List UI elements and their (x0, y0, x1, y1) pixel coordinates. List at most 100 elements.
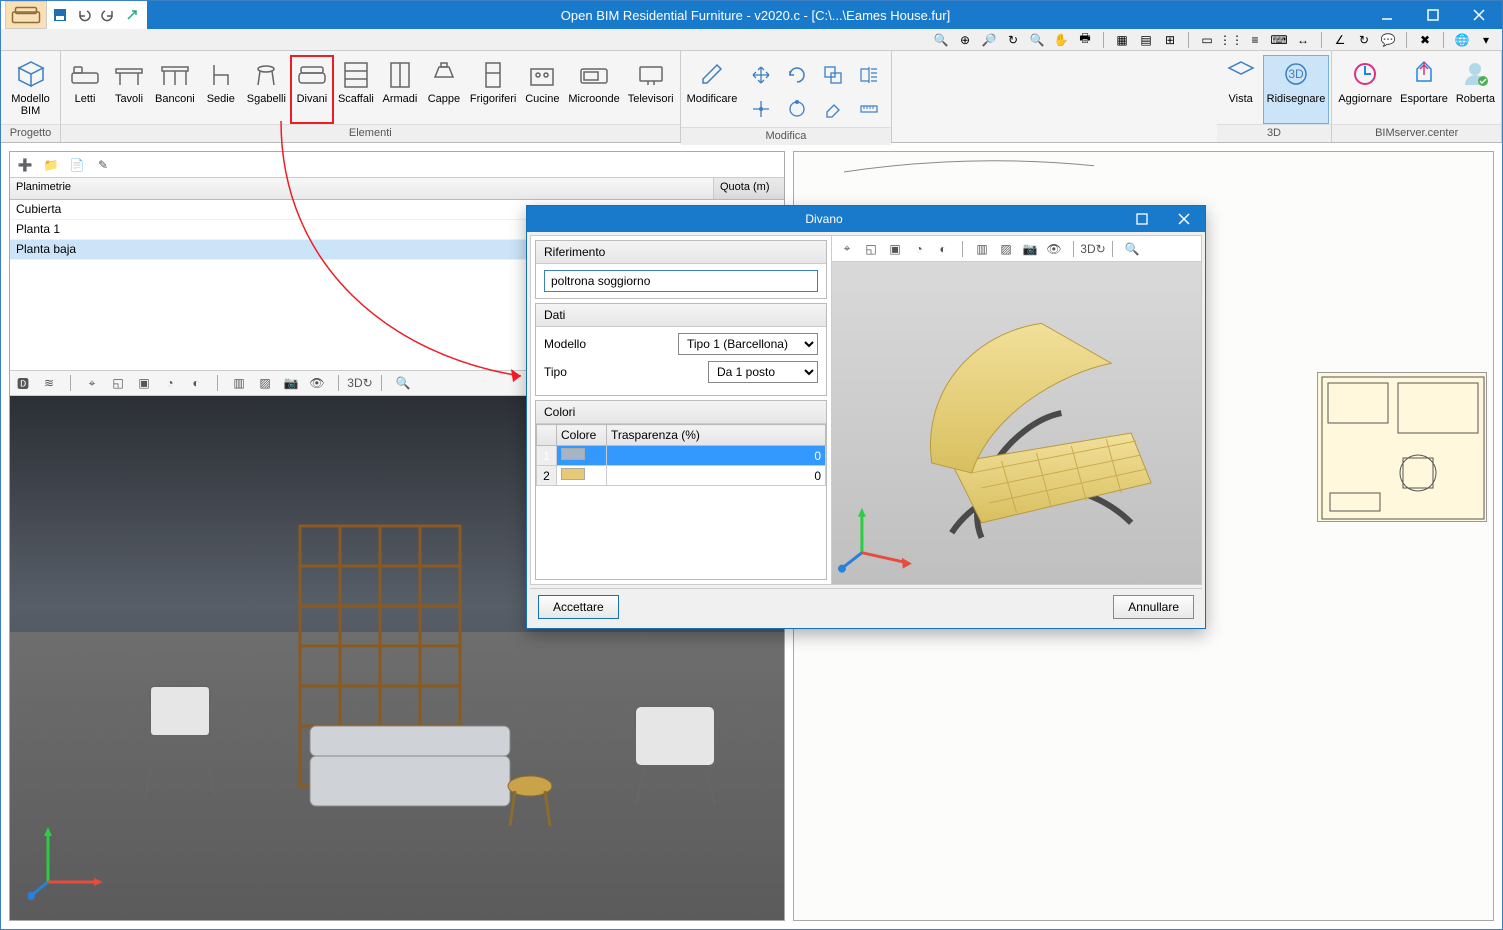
mirror-tool-icon[interactable] (855, 61, 883, 89)
angle-icon[interactable]: ∠ (1330, 30, 1350, 50)
minimize-button[interactable] (1364, 1, 1410, 29)
snap-icon[interactable]: ⊞ (1160, 30, 1180, 50)
hidden-icon[interactable]: ◔ (161, 374, 179, 392)
select-modello[interactable]: Tipo 1 (Barcellona) (678, 333, 818, 355)
dots-icon[interactable]: ⋮⋮ (1221, 30, 1241, 50)
copy-tool-icon[interactable] (819, 61, 847, 89)
ribbon-microonde[interactable]: Microonde (564, 55, 623, 124)
dialog-maximize-button[interactable] (1121, 206, 1163, 232)
dialog-close-button[interactable] (1163, 206, 1205, 232)
folder-icon[interactable]: 📁 (42, 156, 60, 174)
dlg-section-icon[interactable]: ▥ (973, 240, 991, 258)
add-icon[interactable]: ➕ (16, 156, 34, 174)
ribbon-cappe[interactable]: Cappe (422, 55, 466, 124)
ribbon-divani[interactable]: Divani (290, 55, 334, 124)
ribbon-scaffali[interactable]: Scaffali (334, 55, 378, 124)
shade-icon[interactable]: ◐ (187, 374, 205, 392)
keyboard-icon[interactable]: ⌨ (1269, 30, 1289, 50)
ribbon-banconi[interactable]: Banconi (151, 55, 199, 124)
grid-icon[interactable]: ▤ (1136, 30, 1156, 50)
accept-button[interactable]: Accettare (538, 595, 619, 619)
clip-icon[interactable]: ▨ (256, 374, 274, 392)
ribbon-sedie[interactable]: Sedie (199, 55, 243, 124)
dlg-axis-icon[interactable]: ⌖ (838, 240, 856, 258)
align-icon[interactable]: ≡ (1245, 30, 1265, 50)
section-icon[interactable]: ▥ (230, 374, 248, 392)
rect-icon[interactable]: ▭ (1197, 30, 1217, 50)
ribbon-aggiornare[interactable]: Aggiornare (1334, 55, 1396, 124)
pan-icon[interactable]: ✋ (1051, 30, 1071, 50)
color-row[interactable]: 10 (537, 446, 826, 466)
ribbon-tavoli[interactable]: Tavoli (107, 55, 151, 124)
refresh-icon[interactable]: ↻ (1003, 30, 1023, 50)
color-row[interactable]: 20 (537, 466, 826, 486)
redo-icon[interactable] (97, 4, 119, 26)
dim-icon[interactable]: ↔ (1293, 30, 1313, 50)
ribbon-letti[interactable]: Letti (63, 55, 107, 124)
dlg-cam-icon[interactable]: 📷 (1021, 240, 1039, 258)
dlg-zoom-icon[interactable]: 🔍 (1123, 240, 1141, 258)
zoom-small-icon[interactable]: 🔍 (394, 374, 412, 392)
dlg-cube-icon[interactable]: ◱ (862, 240, 880, 258)
select-tipo[interactable]: Da 1 posto (708, 361, 818, 383)
rotate-point-icon[interactable] (783, 95, 811, 123)
ribbon-cucine[interactable]: Cucine (520, 55, 564, 124)
erase-icon[interactable] (819, 95, 847, 123)
view3d-small-icon[interactable]: 🅳 (14, 374, 32, 392)
globe-search-icon[interactable]: 🔍 (931, 30, 951, 50)
layers-small-icon[interactable]: ≋ (40, 374, 58, 392)
camera-icon[interactable]: 📷 (282, 374, 300, 392)
dialog-titlebar[interactable]: Divano (527, 206, 1205, 232)
maximize-button[interactable] (1410, 1, 1456, 29)
axis-icon[interactable]: ⌖ (83, 374, 101, 392)
color-table[interactable]: Colore Trasparenza (%) 1020 (536, 424, 826, 486)
chat-icon[interactable]: 💬 (1378, 30, 1398, 50)
ribbon-modello-bim[interactable]: Modello BIM (3, 55, 58, 124)
measure-icon[interactable] (855, 95, 883, 123)
dlg-shade-icon[interactable]: ◐ (934, 240, 952, 258)
zoom-extents-icon[interactable]: ⊕ (955, 30, 975, 50)
ribbon-esportare[interactable]: Esportare (1396, 55, 1452, 124)
cancel-button[interactable]: Annullare (1113, 595, 1194, 619)
ribbon-group-label-progetto: Progetto (1, 124, 60, 142)
dlg-clip-icon[interactable]: ▨ (997, 240, 1015, 258)
sedie-icon (204, 57, 238, 91)
ribbon-sgabelli[interactable]: Sgabelli (243, 55, 290, 124)
ribbon-televisori[interactable]: Televisori (624, 55, 678, 124)
redraw-small-icon[interactable]: 3D↻ (351, 374, 369, 392)
dlg-hidden-icon[interactable]: ◔ (910, 240, 928, 258)
ribbon-frigoriferi[interactable]: Frigoriferi (466, 55, 520, 124)
pin-icon[interactable] (121, 4, 143, 26)
ribbon-user[interactable]: Roberta (1452, 55, 1499, 124)
move2-icon[interactable] (747, 95, 775, 123)
edit-icon[interactable]: ✎ (94, 156, 112, 174)
dlg-3d-icon[interactable]: 3D↻ (1084, 240, 1102, 258)
settings-cross-icon[interactable]: ✖ (1415, 30, 1435, 50)
ribbon-armadi[interactable]: Armadi (378, 55, 422, 124)
dialog-preview[interactable] (832, 262, 1201, 584)
help-dropdown-icon[interactable]: ▾ (1476, 30, 1496, 50)
rotate-tool-icon[interactable] (783, 61, 811, 89)
rotate-icon[interactable]: ↻ (1354, 30, 1374, 50)
layers-icon[interactable]: ▦ (1112, 30, 1132, 50)
dlg-eye-icon[interactable]: 👁 (1045, 240, 1063, 258)
eye-icon[interactable]: 👁 (308, 374, 326, 392)
cube-small-icon[interactable]: ◱ (109, 374, 127, 392)
dlg-box-icon[interactable]: ▣ (886, 240, 904, 258)
riferimento-input[interactable] (544, 270, 818, 292)
ribbon-modificare[interactable]: Modificare (683, 55, 742, 127)
close-button[interactable] (1456, 1, 1502, 29)
move-icon[interactable] (747, 61, 775, 89)
undo-icon[interactable] (73, 4, 95, 26)
export-icon (1407, 57, 1441, 91)
ribbon-vista[interactable]: Vista (1219, 55, 1263, 124)
copy-icon[interactable]: 📄 (68, 156, 86, 174)
help-icon[interactable]: 🌐 (1452, 30, 1472, 50)
zoom-window-icon[interactable]: 🔎 (979, 30, 999, 50)
print-icon[interactable]: 🖶 (1075, 30, 1095, 50)
update-icon (1348, 57, 1382, 91)
save-icon[interactable] (49, 4, 71, 26)
zoom-out-icon[interactable]: 🔍 (1027, 30, 1047, 50)
box-icon[interactable]: ▣ (135, 374, 153, 392)
ribbon-ridisegnare[interactable]: 3D Ridisegnare (1263, 55, 1330, 124)
